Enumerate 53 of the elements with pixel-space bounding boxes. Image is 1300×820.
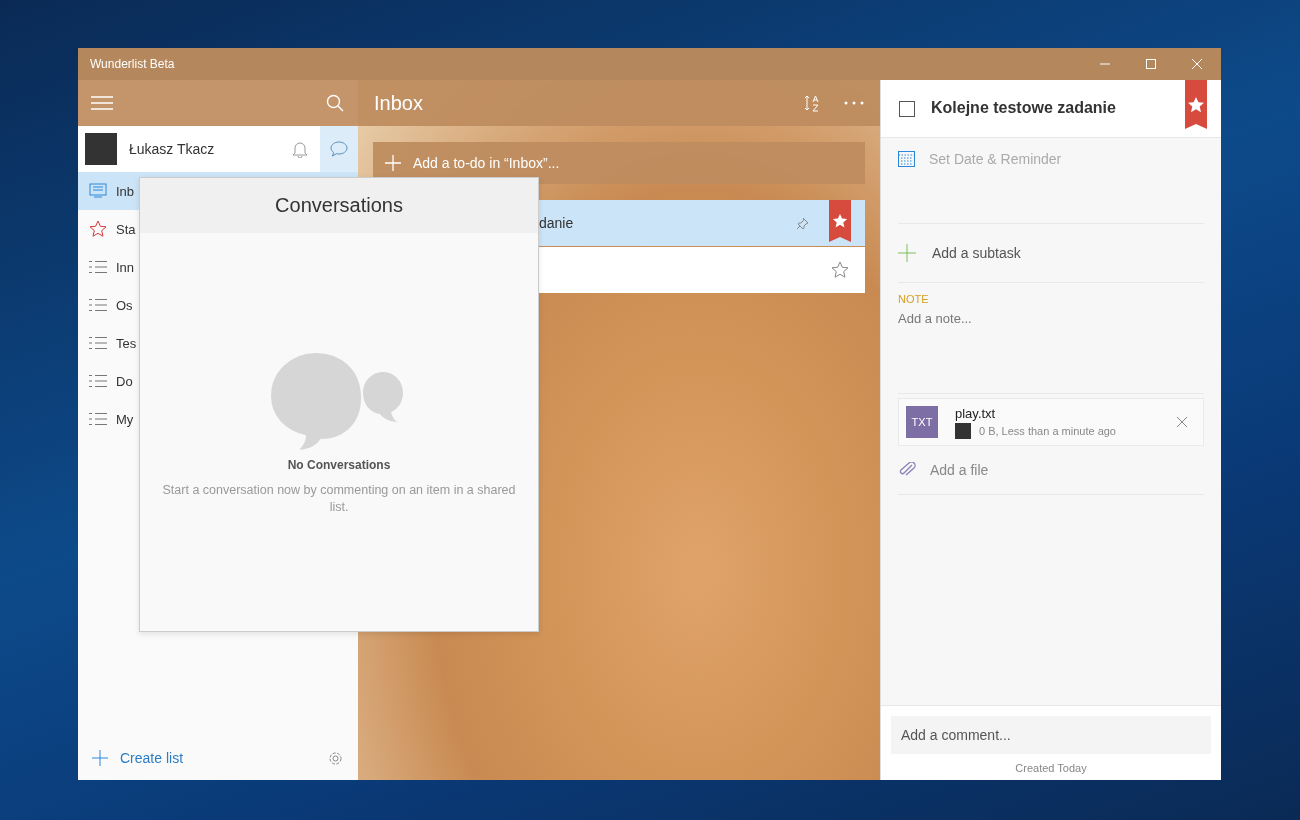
note-field[interactable]: Add a note...: [898, 311, 1204, 371]
note-label: NOTE: [898, 293, 930, 305]
pin-icon[interactable]: [796, 216, 809, 230]
file-meta: 0 B, Less than a minute ago: [979, 424, 1116, 437]
list-icon: [89, 298, 107, 312]
paperclip-icon: [898, 462, 916, 478]
settings-icon[interactable]: [327, 749, 344, 767]
maximize-icon[interactable]: [1145, 58, 1157, 70]
list-title: Inbox: [374, 91, 423, 115]
star-icon[interactable]: [831, 261, 849, 279]
star-ribbon[interactable]: [829, 200, 851, 242]
file-type-badge: TXT: [906, 406, 938, 438]
inbox-icon: [89, 183, 107, 199]
sidebar-item[interactable]: Do: [78, 362, 358, 400]
user-name[interactable]: Łukasz Tkacz: [129, 141, 215, 157]
comment-field[interactable]: Add a comment...: [891, 716, 1211, 754]
star-icon: [89, 220, 107, 238]
more-icon[interactable]: [844, 101, 864, 105]
file-card[interactable]: TXT play.txt 0 B, Less than a minute ago: [898, 398, 1204, 446]
list-icon: [89, 412, 107, 426]
plus-icon: [92, 750, 108, 766]
empty-state-text: Start a conversation now by commenting on an item in a shared list.: [161, 482, 517, 516]
task-title: Kolejne testowe zadanie: [931, 99, 1116, 117]
plus-icon[interactable]: [385, 155, 401, 171]
conversations-button[interactable]: [320, 126, 358, 172]
plus-icon: [898, 244, 916, 262]
star-icon: [832, 213, 848, 229]
window-title: Wunderlist Beta: [90, 57, 175, 71]
create-list-button[interactable]: Create list: [86, 749, 190, 767]
add-todo-field[interactable]: Add a to-do in “Inbox”...: [413, 142, 865, 184]
subtask-field[interactable]: Add a subtask: [930, 244, 1204, 262]
calendar-icon: [898, 151, 915, 167]
avatar: [955, 422, 971, 439]
created-date: Created Today: [1015, 762, 1087, 774]
sort-icon[interactable]: [804, 94, 820, 112]
menu-icon[interactable]: [91, 96, 113, 110]
speech-bubble-icon: [330, 141, 348, 157]
empty-state-title: No Conversations: [287, 458, 391, 472]
task-title: danie: [539, 215, 574, 231]
list-icon: [89, 374, 107, 388]
search-icon[interactable]: [326, 94, 344, 112]
list-icon: [89, 260, 107, 274]
task-checkbox[interactable]: [899, 101, 915, 117]
star-ribbon[interactable]: [1185, 80, 1207, 129]
sidebar-item[interactable]: Tes: [78, 324, 358, 362]
star-icon: [1187, 95, 1205, 114]
close-icon[interactable]: [1177, 417, 1187, 427]
sidebar-item[interactable]: Inn: [78, 248, 358, 286]
bell-icon[interactable]: [292, 140, 308, 158]
sidebar-item[interactable]: Os: [78, 286, 358, 324]
list-icon: [89, 336, 107, 350]
sidebar-item[interactable]: My: [78, 400, 358, 438]
file-name: play.txt: [955, 405, 997, 421]
